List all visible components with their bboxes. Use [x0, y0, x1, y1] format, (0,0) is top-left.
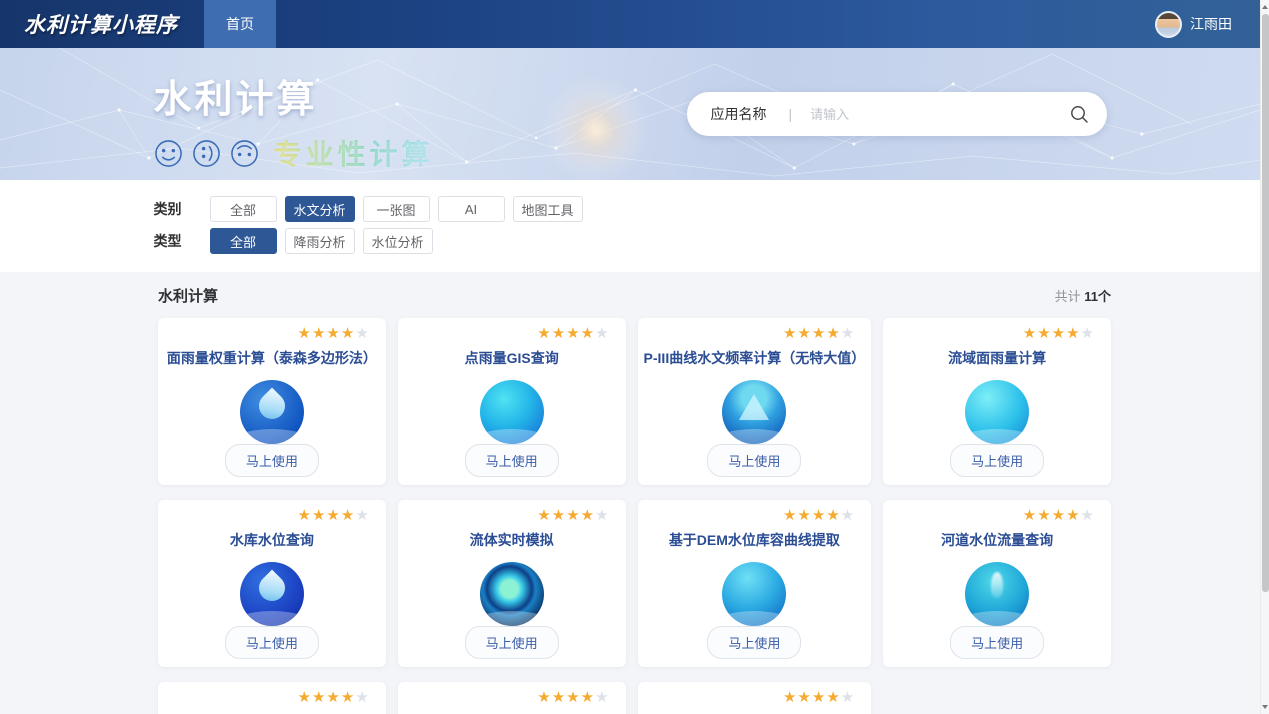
search-icon[interactable] — [1069, 104, 1089, 124]
app-title: 河道水位流量查询 — [941, 530, 1053, 550]
search-bar: 应用名称 | — [687, 92, 1107, 136]
wave-sphere-icon — [965, 380, 1029, 444]
hero-banner: 水利计算 专业性计算 — [0, 48, 1260, 180]
user-name: 江雨田 — [1190, 14, 1232, 34]
app-card[interactable]: ★★★★★ 流体实时模拟 马上使用 — [398, 500, 626, 667]
app-title: P-III曲线水文频率计算（无特大值） — [644, 348, 866, 368]
category-chip-all[interactable]: 全部 — [210, 196, 277, 222]
water-drop-icon — [240, 380, 304, 444]
use-now-button[interactable]: 马上使用 — [950, 444, 1044, 477]
category-chip-ai[interactable]: AI — [438, 196, 505, 222]
type-filter-label: 类型 — [154, 231, 210, 251]
use-now-button[interactable]: 马上使用 — [465, 626, 559, 659]
fluid-rings-icon — [480, 562, 544, 626]
app-list-section: 水利计算 共计 11个 ★★★★★ 面雨量权重计算（泰森多边形法） 马上使用 ★… — [158, 272, 1111, 714]
use-now-button[interactable]: 马上使用 — [950, 626, 1044, 659]
use-now-button[interactable]: 马上使用 — [225, 444, 319, 477]
app-card[interactable]: ★★★★★ 智能识别 马上使用 — [638, 682, 872, 714]
search-input[interactable] — [810, 107, 1068, 122]
app-card[interactable]: ★★★★★ 点雨量GIS查询 马上使用 — [398, 318, 626, 485]
app-title: 水库水位查询 — [230, 530, 314, 550]
rating-stars: ★★★★★ — [537, 690, 619, 705]
rating-stars: ★★★★★ — [298, 690, 380, 705]
globe-icon — [480, 380, 544, 444]
smiley-icon — [154, 139, 183, 168]
user-menu[interactable]: 江雨田 — [1155, 0, 1260, 48]
tab-home[interactable]: 首页 — [204, 0, 276, 48]
app-card[interactable]: ★★★★★ 基于DEM水位库容曲线提取 马上使用 — [638, 500, 872, 667]
section-title: 水利计算 — [158, 285, 218, 306]
user-avatar[interactable] — [1155, 11, 1182, 38]
app-title: 基于DEM水位库容曲线提取 — [669, 530, 840, 550]
total-count: 共计 11个 — [1055, 286, 1111, 305]
app-card[interactable]: ★★★★★ 天文潮调和分析 马上使用 — [398, 682, 626, 714]
rating-stars: ★★★★★ — [298, 508, 380, 523]
rating-stars: ★★★★★ — [1023, 508, 1105, 523]
water-pyramid-icon — [722, 380, 786, 444]
top-navbar: 水利计算小程序 首页 江雨田 — [0, 0, 1260, 48]
type-chip-rainfall[interactable]: 降雨分析 — [285, 228, 355, 254]
use-now-button[interactable]: 马上使用 — [707, 444, 801, 477]
app-title: 流域面雨量计算 — [948, 348, 1046, 368]
app-card[interactable]: ★★★★★ 多雨量站点空间插值 马上使用 — [158, 682, 386, 714]
type-chip-waterlevel[interactable]: 水位分析 — [363, 228, 433, 254]
category-chip-maptools[interactable]: 地图工具 — [513, 196, 583, 222]
app-card[interactable]: ★★★★★ 水库水位查询 马上使用 — [158, 500, 386, 667]
smiley-icon — [192, 139, 221, 168]
category-filter-label: 类别 — [154, 199, 210, 219]
app-card[interactable]: ★★★★★ P-III曲线水文频率计算（无特大值） 马上使用 — [638, 318, 872, 485]
river-splash-icon — [965, 562, 1029, 626]
rating-stars: ★★★★★ — [537, 326, 619, 341]
rating-stars: ★★★★★ — [1023, 326, 1105, 341]
app-card[interactable]: ★★★★★ 面雨量权重计算（泰森多边形法） 马上使用 — [158, 318, 386, 485]
category-chip-onemap[interactable]: 一张图 — [363, 196, 430, 222]
search-label: 应用名称 — [711, 104, 767, 124]
use-now-button[interactable]: 马上使用 — [225, 626, 319, 659]
rating-stars: ★★★★★ — [783, 508, 865, 523]
category-filter-row: 类别 全部 水文分析 一张图 AI 地图工具 — [154, 196, 1107, 222]
type-chip-all[interactable]: 全部 — [210, 228, 277, 254]
use-now-button[interactable]: 马上使用 — [465, 444, 559, 477]
app-title: 流体实时模拟 — [470, 530, 554, 550]
rating-stars: ★★★★★ — [298, 326, 380, 341]
category-chip-hydrology[interactable]: 水文分析 — [285, 196, 355, 222]
type-filter-row: 类型 全部 降雨分析 水位分析 — [154, 228, 1107, 254]
use-now-button[interactable]: 马上使用 — [707, 626, 801, 659]
search-separator: | — [789, 106, 793, 122]
app-title: 面雨量权重计算（泰森多边形法） — [167, 348, 377, 368]
app-title: 点雨量GIS查询 — [465, 348, 559, 368]
scroll-up-arrow[interactable] — [1262, 5, 1268, 9]
app-card[interactable]: ★★★★★ 河道水位流量查询 马上使用 — [883, 500, 1111, 667]
rating-stars: ★★★★★ — [783, 690, 865, 705]
smiley-icon — [230, 139, 259, 168]
rating-stars: ★★★★★ — [783, 326, 865, 341]
app-card-grid: ★★★★★ 面雨量权重计算（泰森多边形法） 马上使用 ★★★★★ 点雨量GIS查… — [158, 318, 1111, 714]
vertical-scrollbar[interactable] — [1260, 0, 1269, 714]
app-logo: 水利计算小程序 — [0, 0, 204, 48]
hero-subtitle: 专业性计算 — [274, 133, 434, 173]
water-drop-icon — [240, 562, 304, 626]
app-card[interactable]: ★★★★★ 流域面雨量计算 马上使用 — [883, 318, 1111, 485]
filter-section: 类别 全部 水文分析 一张图 AI 地图工具 类型 全部 降雨分析 水位分析 — [0, 180, 1260, 272]
dem-water-icon — [722, 562, 786, 626]
rating-stars: ★★★★★ — [537, 508, 619, 523]
hero-title: 水利计算 — [154, 68, 434, 123]
navbar-spacer — [276, 0, 1155, 48]
scrollbar-thumb[interactable] — [1262, 14, 1269, 592]
scroll-down-arrow[interactable] — [1262, 705, 1268, 709]
